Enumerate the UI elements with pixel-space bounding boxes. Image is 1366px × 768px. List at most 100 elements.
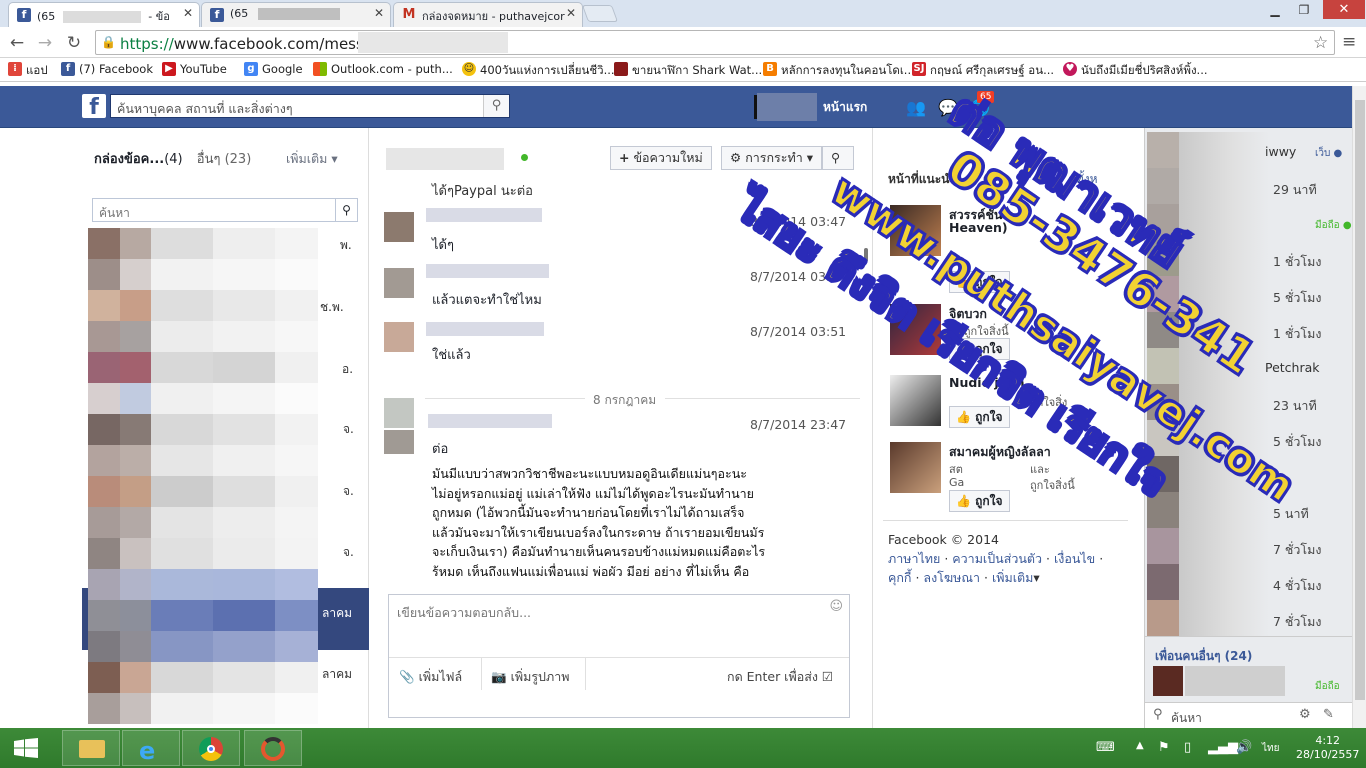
bookmark-400-days[interactable]: ☺ 400วันแห่งการเปลี่ยนชีวิ... [462, 62, 615, 80]
chat-friend-row[interactable]: 7 ชั่วโมง [1145, 528, 1353, 564]
chat-friend-row[interactable]: 29 นาที [1145, 168, 1353, 204]
avatar[interactable] [1153, 666, 1183, 696]
friend-name-blurred[interactable] [1185, 666, 1285, 696]
checkbox-icon[interactable]: ☑ [822, 669, 833, 684]
file-explorer-icon[interactable] [62, 730, 120, 766]
tab-facebook-messages[interactable]: f (65 - ข้อ ✕ [8, 2, 200, 27]
reply-input[interactable]: เขียนข้อความตอบกลับ... [397, 603, 531, 623]
thread-item[interactable] [88, 383, 318, 414]
footer-link-terms[interactable]: เงื่อนไข [1054, 551, 1095, 566]
thread-item[interactable] [88, 600, 318, 631]
chat-friend-row[interactable]: 5 นาที [1145, 492, 1353, 528]
footer-link-more[interactable]: เพิ่มเติม [992, 570, 1033, 585]
thread-item[interactable] [88, 259, 318, 290]
bookmark-apps[interactable]: ⁞ แอป [8, 62, 48, 80]
tab-inbox[interactable]: กล่องข้อค... [94, 152, 164, 167]
bookmark-google[interactable]: g Google [244, 62, 303, 76]
tab-facebook-2[interactable]: f (65 ✕ [201, 2, 391, 27]
battery-icon[interactable]: ▯ [1184, 740, 1191, 755]
bookmark-facebook[interactable]: f (7) Facebook [61, 62, 153, 76]
new-tab-button[interactable] [581, 5, 619, 22]
thread-item[interactable] [88, 228, 318, 259]
address-bar[interactable]: 🔒 https://www.facebook.com/messa ☆ [95, 30, 1335, 55]
actions-button[interactable]: ⚙ การกระทำ ▾ [721, 146, 822, 170]
close-tab-icon[interactable]: ✕ [183, 6, 193, 20]
close-tab-icon[interactable]: ✕ [374, 6, 384, 20]
chat-friend-row[interactable]: 4 ชั่วโมง [1145, 564, 1353, 600]
minimize-icon[interactable]: ▁ [1262, 2, 1288, 18]
search-icon[interactable]: ⚲ [335, 199, 357, 221]
thread-item[interactable] [88, 414, 318, 445]
footer-link-cookies[interactable]: คุกกี้ [888, 570, 912, 585]
forward-icon[interactable]: → [34, 32, 56, 54]
thread-item[interactable] [88, 290, 318, 321]
menu-icon[interactable]: ≡ [1342, 32, 1356, 52]
new-message-button[interactable]: + ข้อความใหม่ [610, 146, 712, 170]
tray-expand-icon[interactable]: ▲ [1136, 740, 1144, 751]
close-tab-icon[interactable]: ✕ [566, 6, 576, 20]
gear-icon[interactable]: ⚙ [1299, 707, 1311, 722]
flag-icon[interactable]: ⚑ [1158, 740, 1170, 755]
footer-link-language[interactable]: ภาษาไทย [888, 551, 940, 566]
like-page-button[interactable]: 👍 ถูกใจ [949, 490, 1010, 512]
thread-item[interactable] [88, 693, 318, 724]
back-icon[interactable]: ← [6, 32, 28, 54]
footer-link-ads[interactable]: ลงโฆษณา [923, 570, 980, 585]
avatar[interactable] [384, 430, 414, 454]
enter-to-send-toggle[interactable]: กด Enter เพื่อส่ง ☑ [727, 667, 833, 687]
close-window-button[interactable]: ✕ [1323, 0, 1365, 19]
page-image[interactable] [890, 442, 941, 493]
profile-link[interactable] [754, 93, 817, 121]
scrollbar-thumb[interactable] [1355, 100, 1365, 700]
avatar[interactable] [384, 268, 414, 298]
page-image[interactable] [890, 375, 941, 426]
avatar[interactable] [384, 322, 414, 352]
bookmark-condo[interactable]: B หลักการลงทุนในคอนโดเ... [763, 62, 915, 80]
star-icon[interactable]: ☆ [1313, 33, 1328, 53]
avatar[interactable] [384, 212, 414, 242]
footer-link-privacy[interactable]: ความเป็นส่วนตัว [952, 551, 1042, 566]
thread-item[interactable] [88, 538, 318, 569]
more-dropdown[interactable]: เพิ่มเติม ▾ [286, 149, 338, 169]
thread-item[interactable] [88, 662, 318, 693]
network-icon[interactable]: ▂▄▆ [1208, 740, 1238, 755]
page-scrollbar[interactable] [1352, 86, 1366, 728]
clock[interactable]: 4:12 28/10/2557 [1296, 734, 1359, 762]
thread-item[interactable] [88, 476, 318, 507]
bookmark-shark-watch[interactable]: ขายนาฬิกา Shark Wat... [614, 62, 762, 80]
bookmark-mystery[interactable]: ♥ นับถึงมีเมียชี่ปริศสิงห์พิ้ง... [1063, 62, 1208, 80]
thread-item[interactable] [88, 445, 318, 476]
reply-box[interactable]: เขียนข้อความตอบกลับ... ☺ 📎 เพิ่มไฟล์ 📷 เ… [388, 594, 850, 718]
chat-search-input[interactable]: ⚲ ค้นหา ⚙ ✎ [1145, 702, 1353, 728]
app-icon[interactable] [244, 730, 302, 766]
bookmark-outlook[interactable]: Outlook.com - puth... [313, 62, 453, 76]
reload-icon[interactable]: ↻ [63, 32, 85, 54]
volume-icon[interactable]: 🔊 [1236, 740, 1252, 755]
language-indicator[interactable]: ไทย [1262, 741, 1279, 756]
inbox-search-input[interactable]: ค้นหา ⚲ [92, 198, 358, 222]
thread-item[interactable] [88, 631, 318, 662]
thread-item[interactable] [88, 507, 318, 538]
thread-item[interactable] [88, 352, 318, 383]
home-link[interactable]: หน้าแรก [823, 98, 867, 117]
thread-item[interactable] [88, 569, 318, 600]
search-icon[interactable]: ⚲ [483, 95, 509, 117]
chat-friend-row[interactable]: 7 ชั่วโมง [1145, 600, 1353, 636]
avatar[interactable] [384, 398, 414, 428]
keyboard-icon[interactable]: ⌨ [1096, 740, 1115, 755]
facebook-search-input[interactable]: ค้นหาบุคคล สถานที่ และสิ่งต่างๆ ⚲ [110, 94, 510, 118]
compose-icon[interactable]: ✎ [1323, 707, 1334, 722]
windows-start-icon[interactable] [14, 738, 38, 758]
friend-requests-icon[interactable]: 👥 [906, 98, 928, 117]
bookmark-krit[interactable]: SJ กฤษณ์ ศรีกุลเศรษฐ์ อน... [912, 62, 1054, 80]
thread-item[interactable] [88, 321, 318, 352]
tab-other[interactable]: อื่นๆ [197, 152, 221, 167]
add-file-button[interactable]: 📎 เพิ่มไฟล์ [399, 667, 462, 687]
bookmark-youtube[interactable]: ▶ YouTube [162, 62, 227, 76]
restore-icon[interactable]: ❐ [1291, 2, 1317, 18]
tab-gmail-inbox[interactable]: M กล่องจดหมาย - puthavejcor ✕ [393, 2, 583, 27]
page-name[interactable]: สมาคมผู้หญิงลัลลา [949, 442, 1051, 462]
add-photo-button[interactable]: 📷 เพิ่มรูปภาพ [491, 667, 569, 687]
chat-friend-row[interactable]: iwwy เว็บ ● [1145, 132, 1353, 168]
chrome-icon[interactable] [182, 730, 240, 766]
